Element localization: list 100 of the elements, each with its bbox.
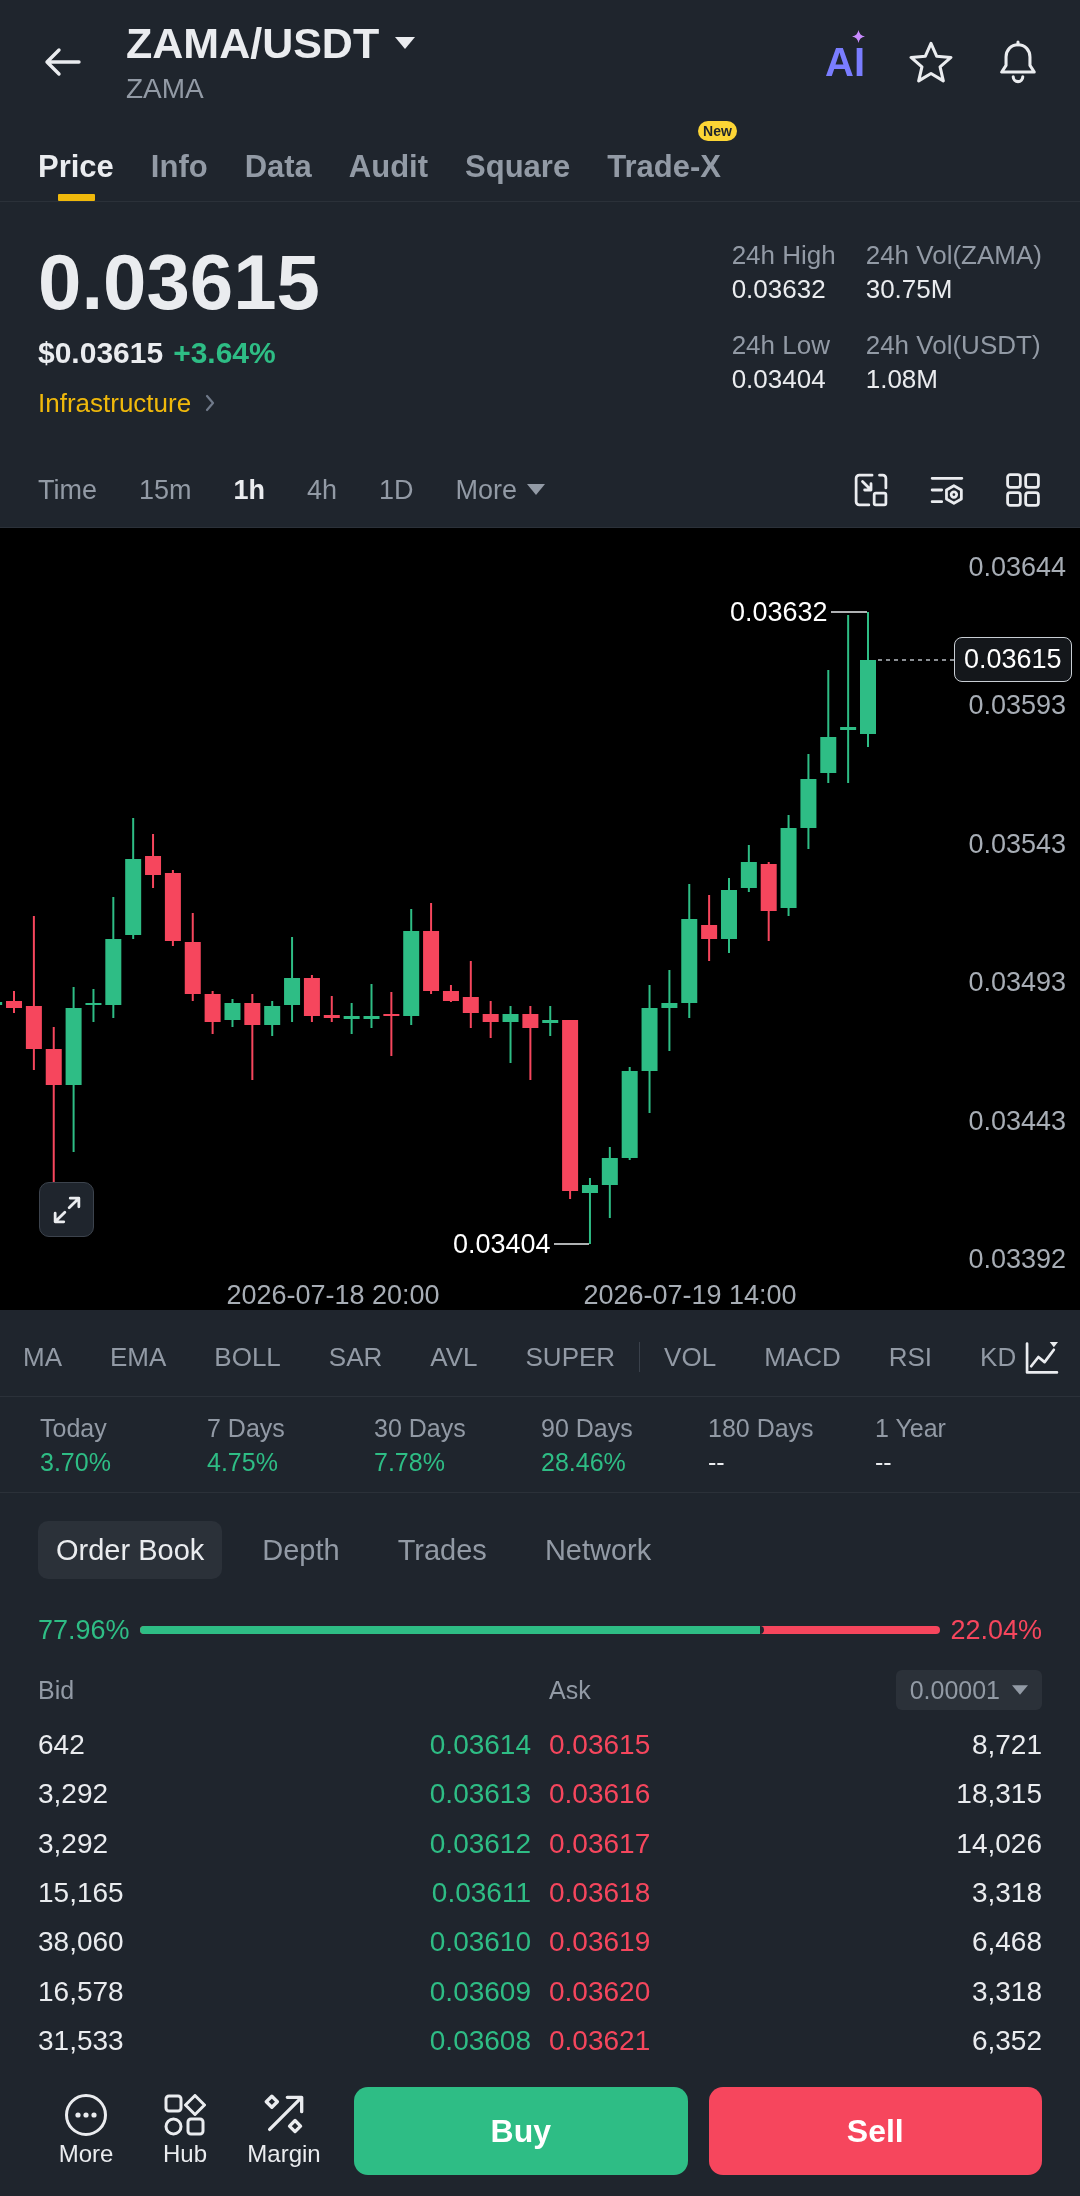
candlestick — [264, 1000, 281, 1037]
period-change: 7.78% — [374, 1446, 445, 1478]
stat-label: 24h High — [731, 239, 836, 272]
indicator-tab[interactable]: KD — [980, 1340, 1017, 1374]
arrow-square-icon[interactable] — [854, 472, 888, 507]
order-book-tab[interactable]: Order Book — [38, 1521, 223, 1579]
period-label: 1 Year — [875, 1412, 946, 1444]
price-axis-label: 0.03593 — [968, 689, 1066, 723]
period-change: -- — [708, 1446, 725, 1478]
interval-tab[interactable]: 15m — [139, 471, 192, 508]
candlestick — [145, 833, 162, 889]
tab[interactable]: Info — [150, 118, 208, 201]
price-axis-label: 0.03644 — [968, 551, 1066, 584]
indicator-tab[interactable]: SAR — [328, 1340, 383, 1374]
period-label: 7 Days — [207, 1412, 285, 1444]
indicator-tab[interactable]: RSI — [888, 1340, 933, 1374]
period-label: Today — [40, 1412, 107, 1444]
shapes-icon — [164, 2094, 206, 2136]
sell-button[interactable]: Sell — [708, 2087, 1042, 2175]
indicator-tab[interactable]: SUPER — [525, 1340, 616, 1374]
diagonal-arrow-icon — [263, 2094, 305, 2136]
candlestick — [383, 991, 400, 1057]
interval-tab[interactable]: 1D — [379, 471, 414, 508]
ask-price: 0.03617 — [549, 1826, 651, 1861]
candlestick — [6, 990, 22, 1014]
bottom-action[interactable]: Hub — [140, 2094, 230, 2168]
order-book-tab[interactable]: Depth — [244, 1521, 358, 1579]
grid-icon[interactable] — [1006, 472, 1040, 507]
period-change: 28.46% — [541, 1446, 626, 1478]
tab[interactable]: Price — [38, 118, 114, 201]
period-label: 90 Days — [541, 1412, 633, 1444]
pair-selector[interactable]: ZAMA/USDT — [126, 16, 416, 70]
candlestick — [224, 998, 241, 1028]
bid-quantity: 16,578 — [38, 1974, 124, 2009]
candlestick — [482, 1000, 499, 1039]
period-label: 30 Days — [374, 1412, 466, 1444]
bottom-action[interactable]: More — [41, 2094, 131, 2168]
indicator-tab[interactable]: MACD — [764, 1340, 841, 1374]
ask-price: 0.03616 — [549, 1777, 651, 1812]
ask-quantity: 6,352 — [971, 2024, 1042, 2059]
fiat-price: $0.03615 — [38, 335, 164, 371]
leader-line — [553, 1243, 590, 1245]
bottom-action[interactable]: Margin — [239, 2094, 329, 2168]
tab[interactable]: Square — [465, 118, 571, 201]
candlestick — [303, 974, 320, 1023]
order-book-tab[interactable]: Trades — [379, 1521, 505, 1579]
candlestick — [442, 984, 459, 1003]
indicator-tab[interactable]: EMA — [110, 1340, 167, 1374]
ask-price: 0.03618 — [549, 1876, 651, 1910]
bid-price: 0.03612 — [429, 1826, 531, 1861]
ask-price: 0.03621 — [549, 2024, 651, 2059]
stat-value: 30.75M — [865, 273, 953, 306]
interval-tab[interactable]: More — [455, 471, 546, 508]
ask-price: 0.03615 — [549, 1727, 651, 1762]
candlestick — [323, 995, 340, 1023]
bid-price: 0.03609 — [429, 1974, 531, 2009]
stat-value: 0.03404 — [731, 363, 826, 396]
stat-value: 1.08M — [865, 363, 938, 396]
interval-tab[interactable]: Time — [38, 471, 97, 508]
sparkle-icon — [852, 30, 865, 43]
candlestick — [343, 1002, 360, 1035]
bid-quantity: 642 — [38, 1727, 85, 1762]
candlestick — [542, 1005, 559, 1037]
chevron-right-icon — [205, 394, 216, 412]
bid-quantity: 15,165 — [38, 1876, 124, 1910]
indicator-tab[interactable]: BOLL — [214, 1340, 281, 1374]
time-axis-label: 2026-07-19 14:00 — [583, 1281, 797, 1309]
ask-quantity: 18,315 — [956, 1777, 1042, 1812]
star-icon[interactable] — [909, 41, 953, 83]
candlestick — [85, 988, 102, 1023]
indicator-tab[interactable]: VOL — [664, 1340, 717, 1374]
indicator-tab[interactable]: AVL — [430, 1340, 478, 1374]
ellipsis-icon — [65, 2094, 107, 2136]
candlestick — [0, 1002, 3, 1005]
line-chart-icon[interactable] — [1025, 1341, 1059, 1375]
ai-button[interactable]: AI — [825, 30, 865, 82]
sector-link[interactable]: Infrastructure — [38, 385, 216, 421]
ask-quantity: 6,468 — [971, 1925, 1042, 1960]
leader-line — [830, 611, 868, 613]
order-book-tab[interactable]: Network — [526, 1521, 670, 1579]
tab[interactable]: Audit — [348, 118, 429, 201]
bid-quantity: 3,292 — [38, 1777, 109, 1812]
precision-dropdown[interactable]: 0.00001 — [895, 1670, 1042, 1710]
indicator-tab[interactable]: MA — [23, 1340, 62, 1374]
back-arrow-icon[interactable] — [43, 47, 81, 77]
interval-tab[interactable]: 4h — [307, 471, 338, 508]
expand-icon — [52, 1195, 81, 1224]
new-badge: New — [698, 121, 737, 141]
bid-quantity: 31,533 — [38, 2024, 124, 2059]
stat-value: 0.03632 — [731, 273, 826, 306]
tab[interactable]: Data — [244, 118, 312, 201]
ask-ratio-label: 22.04% — [950, 1614, 1042, 1647]
ask-quantity: 3,318 — [971, 1876, 1042, 1910]
bid-price: 0.03614 — [429, 1727, 531, 1762]
period-label: 180 Days — [708, 1412, 814, 1444]
ask-quantity: 14,026 — [956, 1826, 1042, 1861]
ask-quantity: 3,318 — [971, 1974, 1042, 2009]
interval-tab[interactable]: 1h — [233, 471, 266, 508]
bell-icon[interactable] — [997, 40, 1039, 84]
expand-button[interactable] — [39, 1182, 94, 1237]
